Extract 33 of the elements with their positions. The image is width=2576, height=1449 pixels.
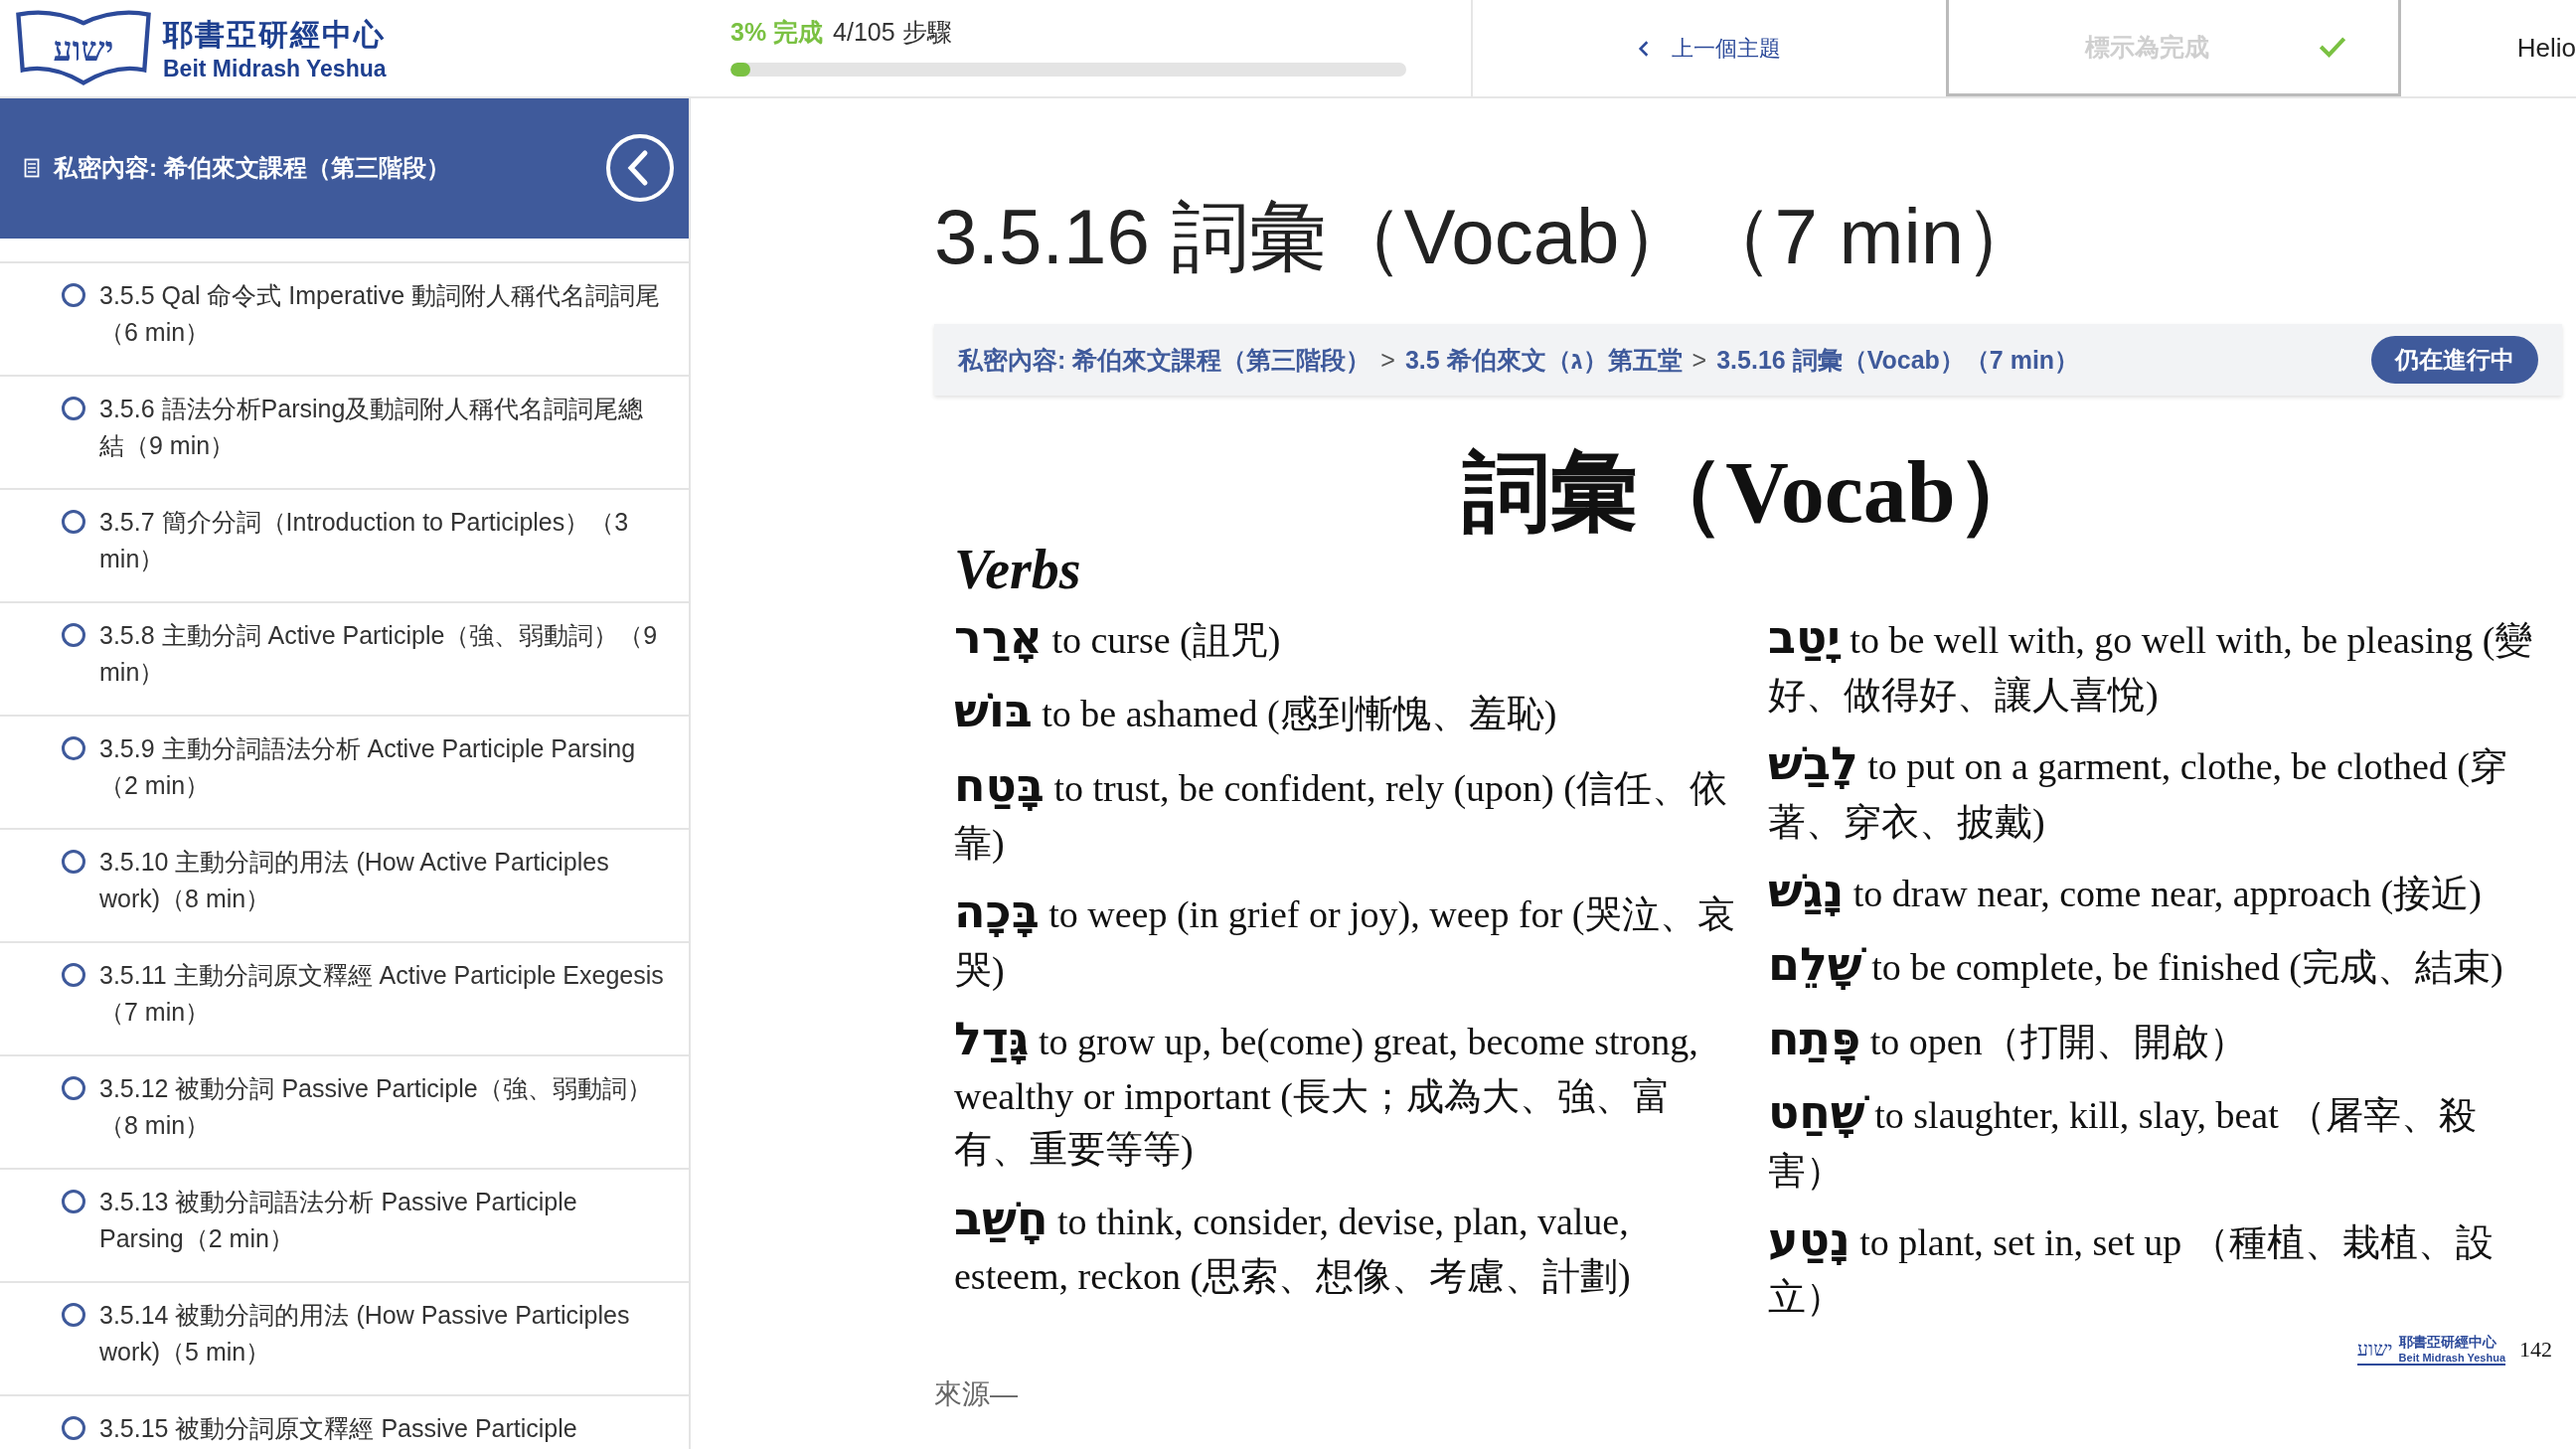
lesson-item[interactable]: 3.5.8 主動分詞 Active Participle（強、弱動詞）（9 min） [0, 602, 689, 717]
lesson-item[interactable]: 3.5.9 主動分詞語法分析 Active Participle Parsing（2 min） [0, 716, 689, 830]
lesson-item[interactable]: 3.5.7 簡介分詞（Introduction to Participles）（3 min） [0, 489, 689, 603]
page-number: 142 [2519, 1337, 2552, 1364]
chevron-left-icon [1638, 39, 1650, 58]
lesson-item[interactable]: 3.5.11 主動分詞原文釋經 Active Participle Exegesis（7 min） [0, 942, 689, 1056]
lesson-item[interactable]: 3.5.6 語法分析Parsing及動詞附人稱代名詞詞尾總結（9 min） [0, 376, 689, 490]
logo-hebrew: ישוע [53, 28, 114, 69]
lesson-item[interactable]: 3.5.10 主動分詞的用法 (How Active Participles work)（8 min） [0, 829, 689, 943]
checkmark-icon [2318, 35, 2346, 59]
user-name[interactable]: Helio [2401, 0, 2576, 96]
logo-name: 耶書亞研經中心 [163, 16, 387, 53]
lesson-item[interactable]: 3.5.15 被動分詞原文釋經 Passive Participle [0, 1395, 689, 1449]
breadcrumb-link[interactable]: 私密內容: 希伯來文課程（第三階段） [958, 343, 1371, 377]
slide-title: 詞彙（Vocab） [1461, 445, 2044, 542]
lesson-item[interactable]: 3.5.13 被動分詞語法分析 Passive Participle Parsing（2 min） [0, 1169, 689, 1283]
breadcrumb-link[interactable]: 3.5 希伯來文（ג）第五堂 [1404, 343, 1683, 377]
progress-steps: 4/105 步驟 [833, 16, 952, 49]
section-heading: Verbs [954, 537, 1082, 601]
lesson-item[interactable]: 3.5.14 被動分詞的用法 (How Passive Participles work)（5 min） [0, 1282, 689, 1396]
lesson-title: 3.5.16 詞彙（Vocab）（7 min） [934, 192, 2043, 282]
breadcrumb-separator: > [1691, 345, 1707, 375]
collapse-sidebar-icon[interactable] [605, 133, 675, 204]
breadcrumb-link[interactable]: 3.5.16 詞彙（Vocab）（7 min） [1716, 343, 2080, 377]
breadcrumb-separator: > [1380, 345, 1395, 375]
logo-subtitle: Beit Midrash Yeshua [163, 55, 387, 82]
source-label: 來源— [934, 1377, 1019, 1412]
lesson-item[interactable]: 3.5.12 被動分詞 Passive Participle（強、弱動詞）（8 min） [0, 1055, 689, 1170]
progress-percent: 3% 完成 [730, 17, 824, 48]
status-badge: 仍在進行中 [2371, 336, 2538, 384]
document-icon [24, 157, 40, 180]
course-title: 私密內容: 希伯來文課程（第三階段） [54, 153, 451, 184]
lesson-item[interactable]: 3.5.5 Qal 命令式 Imperative 動詞附人稱代名詞詞尾（6 min） [0, 262, 689, 377]
